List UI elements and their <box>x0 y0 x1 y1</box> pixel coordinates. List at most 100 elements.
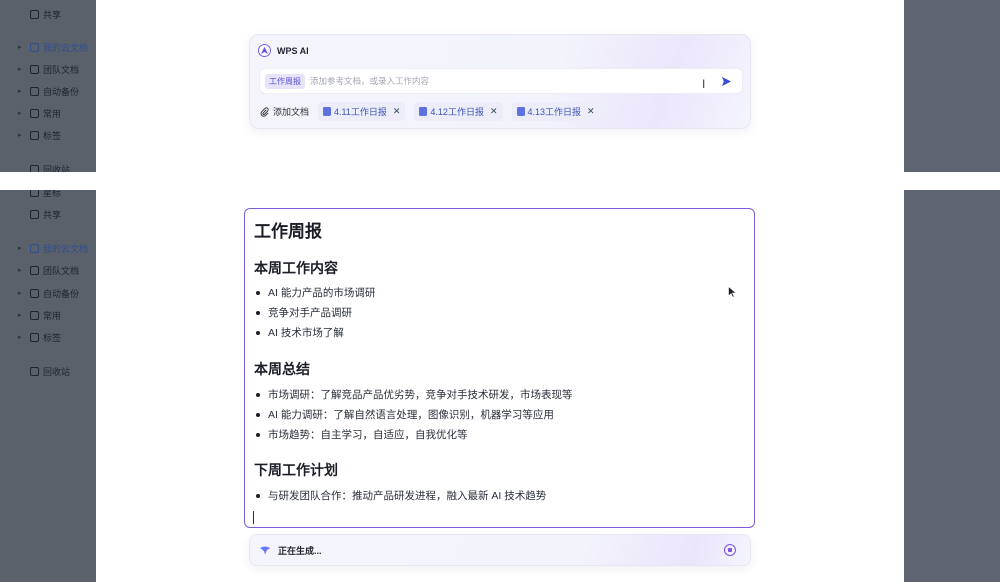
section-heading: 下周工作计划 <box>254 462 338 478</box>
chevron-right-icon: ▸ <box>18 312 22 319</box>
team-icon <box>30 64 39 74</box>
sidebar-item-starred[interactable]: 星标 <box>18 190 61 200</box>
chevron-right-icon: ▸ <box>18 334 22 341</box>
trash-icon <box>30 366 39 376</box>
attachment-name: 4.12工作日报 <box>430 107 484 117</box>
generating-status-text: 正在生成... <box>278 545 322 556</box>
sidebar-item-label: 标签 <box>43 332 62 343</box>
sidebar-item-label: 团队文档 <box>43 265 80 276</box>
sidebar-item-label: 回收站 <box>43 164 71 173</box>
sidebar-item-tags[interactable]: ▸ 标签 <box>18 329 61 345</box>
team-icon <box>30 265 39 275</box>
close-icon[interactable]: ✕ <box>393 106 401 117</box>
chevron-right-icon: ▸ <box>18 267 22 274</box>
sidebar-item-my-cloud-docs[interactable]: ▸ 我的云文档 <box>18 39 88 55</box>
send-icon[interactable] <box>721 76 732 87</box>
list-item-text: 竞争对手产品调研 <box>268 307 352 319</box>
sidebar-item-team-docs[interactable]: ▸ 团队文档 <box>18 262 79 278</box>
right-overlay <box>904 190 1000 582</box>
list-item: 市场调研：了解竞品产品优劣势，竞争对手技术研发，市场表现等 <box>256 387 573 402</box>
attachment-row: 添加文档 4.11工作日报 ✕ 4.12工作日报 ✕ 4.13工作日报 ✕ <box>260 102 600 121</box>
list-item: AI 技术市场了解 <box>256 325 344 340</box>
sidebar-item-trash[interactable]: 回收站 <box>18 161 70 172</box>
list-item: AI 能力调研：了解自然语言处理，图像识别，机器学习等应用 <box>256 407 554 422</box>
attachment-chip[interactable]: 4.12工作日报 ✕ <box>414 102 503 121</box>
bullet <box>256 412 260 417</box>
tag-icon <box>30 130 39 140</box>
sidebar-item-frequent[interactable]: ▸ 常用 <box>18 307 61 323</box>
mouse-pointer-icon <box>728 286 737 298</box>
folder-icon <box>30 42 39 52</box>
document-canvas-top: WPS AI 工作周报 添加参考文档，或录入工作内容 添加文档 4.11工作日报… <box>96 0 904 172</box>
prompt-placeholder: 添加参考文档，或录入工作内容 <box>310 76 430 86</box>
template-tag[interactable]: 工作周报 <box>265 73 305 89</box>
i-beam-cursor-icon: I <box>702 77 706 91</box>
sidebar-item-trash[interactable]: 回收站 <box>18 363 70 379</box>
right-overlay <box>904 0 1000 172</box>
sidebar-item-share[interactable]: 共享 <box>18 6 61 22</box>
document-icon <box>323 107 332 116</box>
attachment-name: 4.11工作日报 <box>334 107 387 117</box>
tag-icon <box>30 332 39 342</box>
chevron-right-icon: ▸ <box>18 88 22 95</box>
sidebar-item-auto-backup[interactable]: ▸ 自动备份 <box>18 83 79 99</box>
sidebar-bottom: 星标 共享 ▸ 我的云文档 ▸ 团队文档 ▸ 自动备份 ▸ 常用 ▸ 标签 回收… <box>0 190 96 582</box>
generated-document[interactable]: 工作周报 本周工作内容 AI 能力产品的市场调研 竞争对手产品调研 AI 技术市… <box>244 208 755 528</box>
sidebar-item-label: 自动备份 <box>43 86 80 97</box>
share-icon <box>30 9 39 19</box>
sidebar-item-tags[interactable]: ▸ 标签 <box>18 127 61 143</box>
sidebar-item-frequent[interactable]: ▸ 常用 <box>18 105 61 121</box>
sidebar-item-label: 团队文档 <box>43 64 80 75</box>
sidebar-item-label: 共享 <box>43 9 62 20</box>
document-title: 工作周报 <box>254 222 322 241</box>
sidebar-item-label: 共享 <box>43 209 62 220</box>
list-item: AI 能力产品的市场调研 <box>256 285 375 300</box>
sidebar-item-label: 常用 <box>43 310 62 321</box>
share-icon <box>30 209 39 219</box>
star-icon <box>30 108 39 118</box>
chevron-right-icon: ▸ <box>18 290 22 297</box>
close-icon[interactable]: ✕ <box>587 106 595 117</box>
sidebar-item-label: 回收站 <box>43 366 71 377</box>
chevron-right-icon: ▸ <box>18 132 22 139</box>
list-item-text: AI 技术市场了解 <box>268 327 344 339</box>
list-item-text: 市场调研：了解竞品产品优劣势，竞争对手技术研发，市场表现等 <box>268 389 573 401</box>
wps-ai-logo-icon <box>258 44 271 57</box>
stop-icon <box>728 548 732 552</box>
sidebar-item-label: 我的云文档 <box>43 243 89 254</box>
attachment-chip[interactable]: 4.11工作日报 ✕ <box>318 102 406 121</box>
stop-generating-button[interactable] <box>724 544 736 556</box>
document-icon <box>419 107 428 116</box>
add-document-button[interactable]: 添加文档 <box>260 105 309 118</box>
chevron-right-icon: ▸ <box>18 66 22 73</box>
paperclip-icon <box>260 106 269 117</box>
sidebar-item-label: 标签 <box>43 130 62 141</box>
list-item-text: AI 能力调研：了解自然语言处理，图像识别，机器学习等应用 <box>268 409 554 421</box>
bullet <box>256 432 260 437</box>
attachment-chip[interactable]: 4.13工作日报 ✕ <box>511 102 600 121</box>
list-item: 竞争对手产品调研 <box>256 305 352 320</box>
star-icon <box>30 310 39 320</box>
close-icon[interactable]: ✕ <box>490 106 498 117</box>
sidebar-item-label: 常用 <box>43 108 62 119</box>
attachment-name: 4.13工作日报 <box>527 107 582 117</box>
section-heading: 本周工作内容 <box>254 260 338 276</box>
chevron-right-icon: ▸ <box>18 110 22 117</box>
bullet <box>256 392 260 397</box>
sidebar-item-my-cloud-docs[interactable]: ▸ 我的云文档 <box>18 240 88 256</box>
sidebar-item-team-docs[interactable]: ▸ 团队文档 <box>18 61 79 77</box>
ai-prompt-input[interactable]: 工作周报 添加参考文档，或录入工作内容 <box>259 68 743 94</box>
section-heading: 本周总结 <box>254 361 310 377</box>
bullet <box>256 493 260 498</box>
star-icon <box>30 190 39 197</box>
generating-status-bar: 正在生成... <box>249 534 751 566</box>
list-item-text: 与研发团队合作：推动产品研发进程，融入最新 AI 技术趋势 <box>268 490 547 502</box>
list-item: 市场趋势：自主学习，自适应，自我优化等 <box>256 427 468 442</box>
list-item: 与研发团队合作：推动产品研发进程，融入最新 AI 技术趋势 <box>256 488 546 503</box>
bullet <box>256 310 260 315</box>
cloud-icon <box>30 86 39 96</box>
list-item-text: 市场趋势：自主学习，自适应，自我优化等 <box>268 429 468 441</box>
folder-icon <box>30 243 39 253</box>
sidebar-item-share[interactable]: 共享 <box>18 206 61 222</box>
sidebar-item-auto-backup[interactable]: ▸ 自动备份 <box>18 285 79 301</box>
